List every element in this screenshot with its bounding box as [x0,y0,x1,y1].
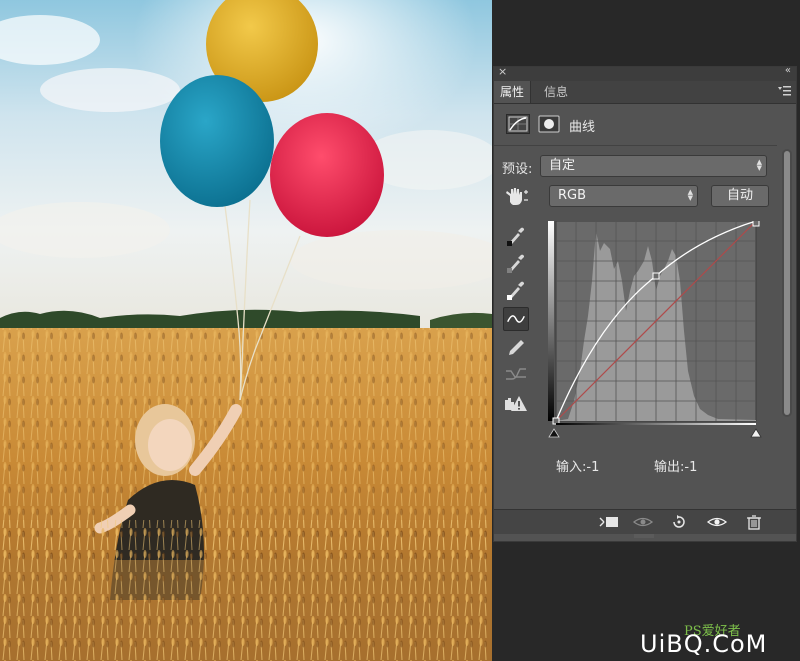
adjustment-header: 曲线 [494,104,796,142]
view-previous-icon[interactable] [632,514,654,530]
panel-resize-grip[interactable] [634,534,654,538]
photo-image [0,0,492,661]
white-input-slider[interactable] [750,428,762,438]
curves-adjustment-icon[interactable] [506,114,530,134]
input-output-readout: 输入:-1 输出:-1 [556,456,776,475]
curve-point-white[interactable] [752,221,760,227]
auto-button[interactable]: 自动 [711,185,769,207]
photo-canvas [0,0,492,661]
properties-panel: × « 属性 信息 曲线 预设: 自定 ▲ ▼ RGB ▲ ▼ 自动 输入:-1… [493,65,797,542]
visibility-icon[interactable] [706,514,728,530]
reset-icon[interactable] [668,514,690,530]
clipping-warning-icon[interactable] [503,392,529,416]
divider [494,145,777,146]
watermark: PS爱好者 UiBQ.CoM [640,620,800,661]
channel-select[interactable]: RGB ▲ ▼ [549,185,698,207]
scrollbar-thumb[interactable] [784,151,790,415]
curve-point-mid[interactable] [652,272,660,280]
sample-gray-point-icon[interactable] [503,250,529,274]
panel-menu-icon[interactable] [777,85,791,97]
tab-info[interactable]: 信息 [538,81,574,103]
delete-icon[interactable] [743,514,765,530]
input-value: 输入:-1 [556,460,600,475]
panel-scrollbar[interactable] [782,149,792,417]
smooth-curve-icon[interactable] [503,307,529,331]
sample-black-point-icon[interactable] [503,223,529,247]
preset-label: 预设: [502,162,533,177]
adjustment-title: 曲线 [569,120,596,135]
tab-properties[interactable]: 属性 [494,81,532,103]
preset-value: 自定 [549,158,576,173]
smooth-adjust-icon[interactable] [503,363,529,387]
watermark-text: UiBQ.CoM [640,630,768,658]
black-input-slider[interactable] [548,428,560,438]
output-value: 输出:-1 [654,460,698,475]
collapse-panel-icon[interactable]: « [785,65,791,76]
preset-select[interactable]: 自定 ▲ ▼ [540,155,767,177]
curves-graph[interactable] [548,221,760,425]
sample-white-point-icon[interactable] [503,277,529,301]
panel-title-bar[interactable]: × « [494,65,796,81]
pencil-icon[interactable] [503,335,529,359]
layer-mask-icon[interactable] [538,114,560,134]
panel-footer [494,509,796,534]
channel-value: RGB [558,188,587,203]
updown-icon: ▲ ▼ [687,188,693,202]
close-icon[interactable]: × [498,65,507,78]
on-image-adjust-hand-icon[interactable] [504,186,530,208]
clip-to-layer-icon[interactable] [598,514,620,530]
updown-icon: ▲ ▼ [756,158,762,172]
tab-bar: 属性 信息 [494,81,796,104]
input-level-sliders [548,428,762,438]
